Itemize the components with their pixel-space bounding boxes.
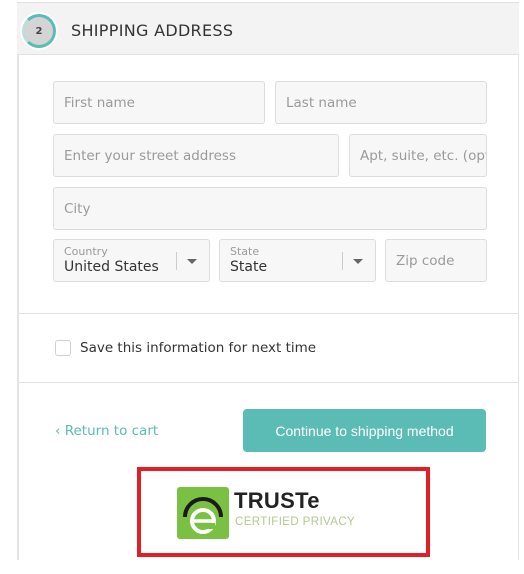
save-info-checkbox[interactable] [55, 340, 71, 356]
street-address-placeholder: Enter your street address [64, 147, 236, 164]
truste-logo-icon [177, 487, 229, 539]
zip-code-input[interactable]: Zip code [385, 239, 487, 282]
chevron-down-icon [353, 259, 363, 264]
section-title: SHIPPING ADDRESS [71, 21, 234, 40]
step-indicator: 2 [22, 14, 56, 48]
state-select[interactable]: State State [219, 239, 376, 282]
divider [19, 382, 519, 383]
state-value: State [230, 259, 268, 275]
truste-subtitle: CERTIFIED PRIVACY [235, 516, 356, 528]
chevron-down-icon [187, 259, 197, 264]
city-input[interactable]: City [53, 187, 487, 230]
return-to-cart-link[interactable]: ‹ Return to cart [55, 423, 158, 439]
chevron-left-icon: ‹ [55, 423, 65, 439]
street-address-input[interactable]: Enter your street address [53, 134, 339, 177]
country-value: United States [64, 259, 159, 275]
country-select[interactable]: Country United States [53, 239, 210, 282]
state-label: State [230, 245, 260, 258]
apt-suite-placeholder: Apt, suite, etc. (opt [360, 147, 487, 164]
last-name-input[interactable]: Last name [275, 81, 487, 124]
continue-to-shipping-button[interactable]: Continue to shipping method [243, 409, 486, 452]
section-header[interactable]: 2 SHIPPING ADDRESS [17, 2, 519, 55]
apt-suite-input[interactable]: Apt, suite, etc. (opt [349, 134, 487, 177]
step-number: 2 [35, 25, 43, 37]
save-info-label[interactable]: Save this information for next time [80, 340, 316, 356]
select-divider [176, 252, 177, 270]
return-to-cart-label: Return to cart [64, 423, 159, 439]
first-name-placeholder: First name [64, 94, 135, 111]
country-label: Country [64, 245, 108, 258]
city-placeholder: City [64, 200, 91, 217]
truste-name: TRUSTe [234, 488, 320, 513]
select-divider [342, 252, 343, 270]
last-name-placeholder: Last name [286, 94, 357, 111]
first-name-input[interactable]: First name [53, 81, 265, 124]
divider [19, 313, 519, 314]
zip-code-placeholder: Zip code [396, 252, 455, 269]
